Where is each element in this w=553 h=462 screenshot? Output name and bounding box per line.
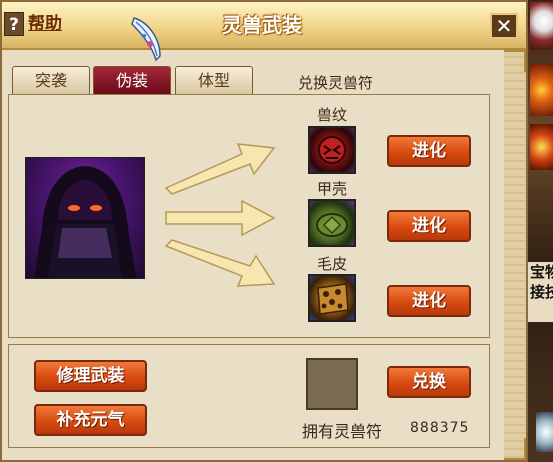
- side-decoration: [504, 50, 526, 460]
- spirit-beast-portrait: [25, 157, 145, 279]
- exchange-title: 兑换灵兽符: [298, 74, 374, 92]
- arrow-down-icon: [164, 239, 276, 287]
- repair-armament-button[interactable]: 修理武装: [34, 360, 147, 392]
- help-icon[interactable]: ?: [4, 12, 24, 36]
- window-title: 灵兽武装: [222, 13, 302, 37]
- help-link[interactable]: 帮助: [28, 12, 62, 36]
- slot-label-pattern: 兽纹: [316, 106, 347, 124]
- tab-assault[interactable]: 突袭: [12, 66, 90, 94]
- fur-slot[interactable]: [308, 274, 356, 322]
- holding-count: 888375: [410, 420, 470, 436]
- token-slot[interactable]: [306, 358, 358, 410]
- pattern-slot[interactable]: [308, 126, 356, 174]
- evolve-fur-button[interactable]: 进化: [387, 285, 471, 317]
- corner-ornament: [504, 50, 526, 72]
- tab-disguise[interactable]: 伪装: [93, 66, 171, 94]
- evolve-shell-button[interactable]: 进化: [387, 210, 471, 242]
- holding-label: 拥有灵兽符: [302, 422, 383, 441]
- replenish-energy-button[interactable]: 补充元气: [34, 404, 147, 436]
- backdrop-fire-icon: [530, 64, 553, 116]
- backdrop-flame-icon: [530, 124, 553, 170]
- turtle-shell-icon: [316, 213, 348, 237]
- backdrop-orb-icon: [536, 412, 553, 452]
- arrow-up-icon: [164, 143, 276, 195]
- leopard-fur-icon: [317, 283, 349, 315]
- tab-body-type[interactable]: 体型: [175, 66, 253, 94]
- backdrop-skill-icon: [530, 2, 553, 50]
- evolve-pattern-button[interactable]: 进化: [387, 135, 471, 167]
- backdrop-text: 宝物 接技: [528, 262, 553, 322]
- exchange-button[interactable]: 兑换: [387, 366, 471, 398]
- spirit-beast-armament-window: ? 帮助 灵兽武装 ✕ 突袭 伪装 体型 兑换灵兽符 兽纹 甲壳 毛皮 进化 进…: [0, 0, 528, 462]
- shell-slot[interactable]: [308, 199, 356, 247]
- close-button[interactable]: ✕: [490, 13, 518, 39]
- beast-pattern-icon: [318, 136, 346, 164]
- hooded-figure-icon: [34, 166, 136, 278]
- slot-label-fur: 毛皮: [316, 255, 347, 273]
- title-bar[interactable]: ? 帮助 灵兽武装 ✕: [2, 2, 526, 62]
- slot-label-shell: 甲壳: [316, 180, 347, 198]
- corner-ornament: [504, 438, 526, 460]
- arrow-right-icon: [165, 199, 276, 237]
